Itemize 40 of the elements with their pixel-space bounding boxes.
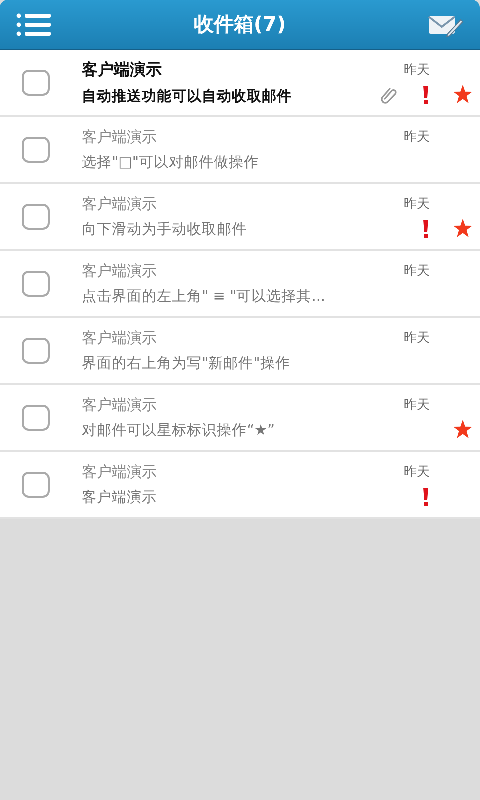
message-row[interactable]: 客户端演示 点击界面的左上角" ≡ "可以选择其... 昨天 [0, 251, 480, 318]
checkbox[interactable] [22, 338, 50, 364]
menu-icon[interactable] [16, 12, 52, 38]
message-date: 昨天 [404, 196, 430, 212]
message-date: 昨天 [404, 464, 430, 480]
message-date: 昨天 [404, 62, 430, 78]
message-subject: 客户端演示 [82, 488, 158, 506]
message-date: 昨天 [404, 396, 430, 414]
message-row[interactable]: 客户端演示 对邮件可以星标标识操作“★” 昨天 [0, 385, 480, 452]
star-icon[interactable] [452, 420, 472, 439]
message-date: 昨天 [404, 330, 430, 346]
message-subject: 界面的右上角为写"新邮件"操作 [82, 354, 292, 372]
message-subject: 点击界面的左上角" ≡ "可以选择其... [82, 288, 327, 306]
star-icon[interactable] [452, 219, 472, 238]
checkbox[interactable] [22, 70, 50, 96]
sender-name: 客户端演示 [82, 128, 158, 146]
message-subject: 向下滑动为手动收取邮件 [82, 220, 248, 238]
sender-name: 客户端演示 [82, 396, 158, 414]
checkbox[interactable] [22, 136, 50, 162]
checkbox[interactable] [22, 204, 50, 230]
message-row[interactable]: 客户端演示 向下滑动为手动收取邮件 昨天 [0, 184, 480, 251]
sender-name: 客户端演示 [82, 60, 163, 80]
sender-name: 客户端演示 [82, 194, 158, 214]
message-row[interactable]: 客户端演示 选择"□"可以对邮件做操作 昨天 [0, 117, 480, 184]
star-icon[interactable] [452, 85, 472, 104]
checkbox[interactable] [22, 404, 50, 430]
checkbox[interactable] [22, 472, 50, 498]
message-subject: 对邮件可以星标标识操作“★” [82, 422, 276, 440]
sender-name: 客户端演示 [82, 262, 158, 280]
message-row[interactable]: 客户端演示 客户端演示 昨天 [0, 452, 480, 519]
message-row[interactable]: 客户端演示 界面的右上角为写"新邮件"操作 昨天 [0, 318, 480, 385]
sender-name: 客户端演示 [82, 328, 158, 348]
checkbox[interactable] [22, 270, 50, 296]
sender-name: 客户端演示 [82, 462, 158, 482]
message-row[interactable]: 客户端演示 自动推送功能可以自动收取邮件 昨天 [0, 50, 480, 117]
inbox-title: 收件箱(7) [194, 11, 286, 38]
message-subject: 选择"□"可以对邮件做操作 [82, 154, 260, 172]
message-subject: 自动推送功能可以自动收取邮件 [82, 88, 293, 106]
message-date: 昨天 [404, 128, 430, 146]
message-date: 昨天 [404, 262, 430, 280]
